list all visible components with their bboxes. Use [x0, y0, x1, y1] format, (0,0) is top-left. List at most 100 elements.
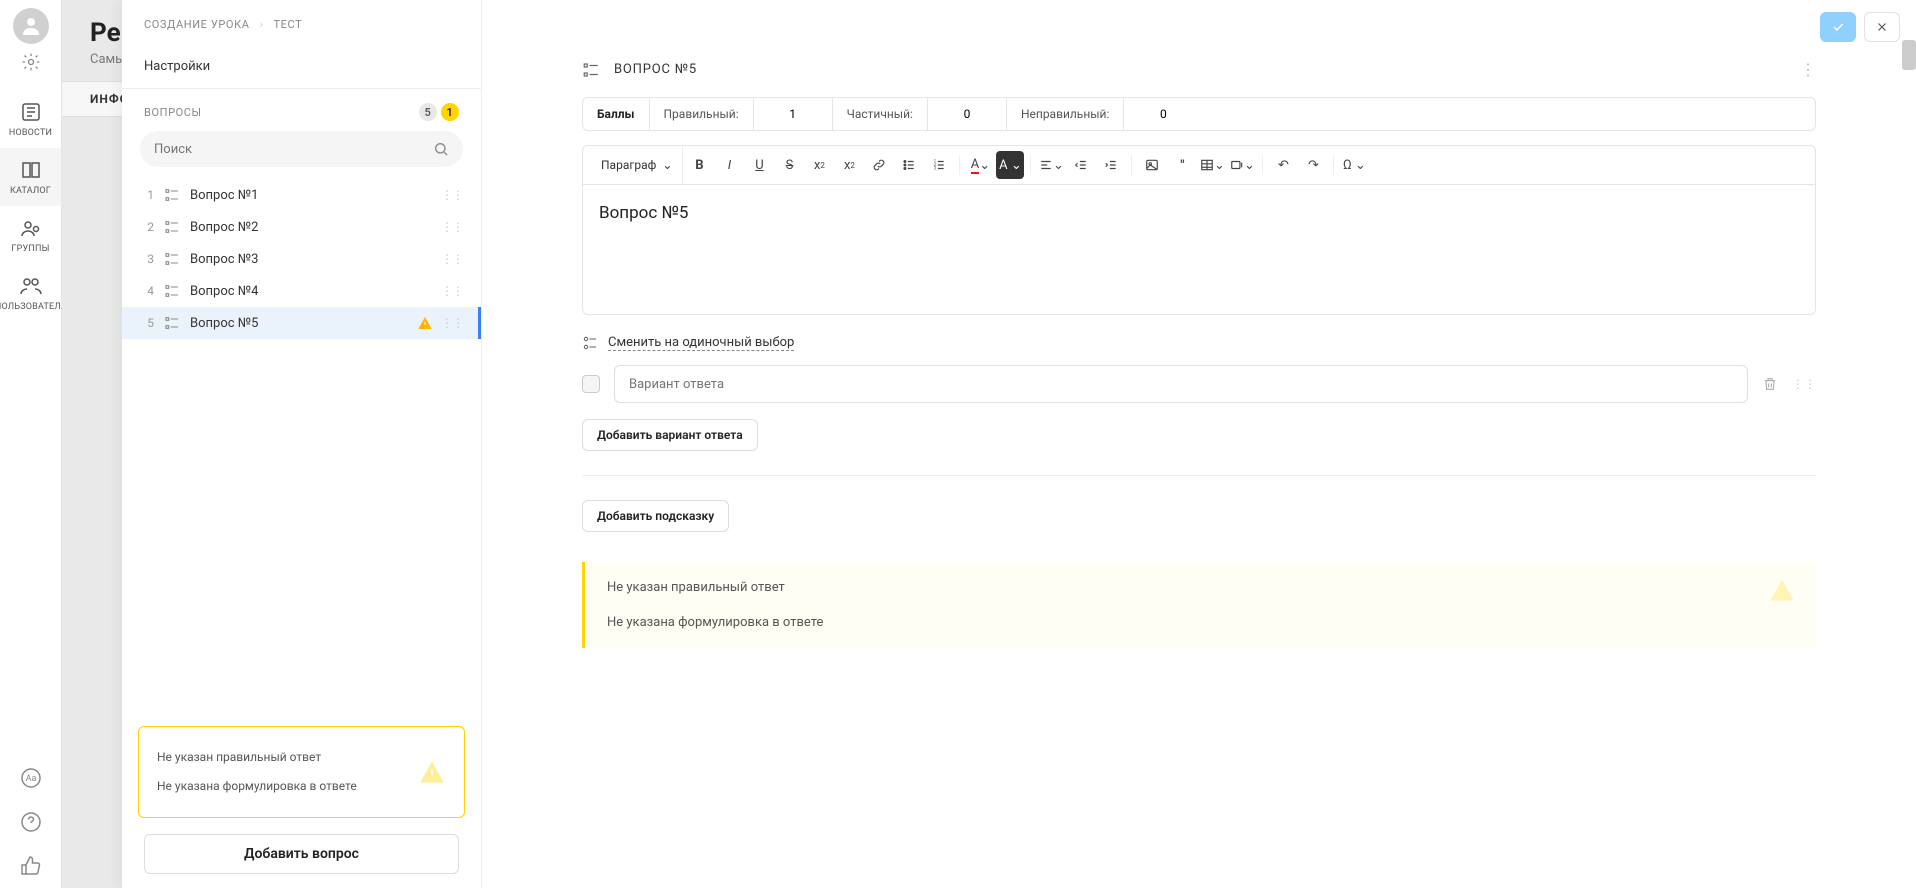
add-hint-button[interactable]: Добавить подсказку	[582, 500, 729, 532]
nav-catalog-label: КАТАЛОГ	[10, 186, 51, 196]
score-correct-input[interactable]	[768, 107, 818, 121]
gear-icon[interactable]	[21, 52, 41, 72]
check-icon	[1831, 20, 1845, 34]
settings-link[interactable]: Настройки	[122, 49, 481, 89]
score-correct-label: Правильный:	[650, 98, 754, 130]
nav-news[interactable]: НОВОСТИ	[0, 90, 61, 148]
nav-catalog[interactable]: КАТАЛОГ	[0, 148, 61, 206]
question-type-icon	[164, 283, 180, 299]
strikethrough-button[interactable]: S	[775, 151, 803, 179]
question-label: Вопрос №5	[190, 316, 417, 331]
question-label: Вопрос №4	[190, 284, 441, 299]
drag-handle-icon[interactable]: ⋮⋮	[441, 220, 463, 234]
question-number: 3	[140, 252, 154, 266]
breadcrumb-b[interactable]: ТЕСТ	[273, 18, 302, 31]
editor-modal: СОЗДАНИЕ УРОКА › ТЕСТ Настройки ВОПРОСЫ …	[122, 0, 1916, 888]
more-icon[interactable]: ⋮	[1800, 60, 1816, 79]
drag-handle-icon[interactable]: ⋮⋮	[441, 316, 463, 330]
left-warning-1: Не указан правильный ответ	[157, 743, 418, 772]
nav-users-label: ПОЛЬЗОВАТЕЛ..	[0, 302, 66, 312]
image-button[interactable]	[1138, 151, 1166, 179]
search-input-wrap[interactable]	[140, 131, 463, 167]
svg-text:3: 3	[934, 166, 937, 171]
drag-handle-icon[interactable]: ⋮⋮	[441, 284, 463, 298]
question-label: Вопрос №2	[190, 220, 441, 235]
numbered-list-button[interactable]: 123	[925, 151, 953, 179]
close-button[interactable]	[1864, 12, 1900, 42]
bullet-list-icon	[902, 158, 916, 172]
italic-button[interactable]: I	[715, 151, 743, 179]
numbered-list-icon: 123	[932, 158, 946, 172]
question-item-1[interactable]: 1 Вопрос №1 ⋮⋮	[122, 179, 481, 211]
score-wrong-label: Неправильный:	[1007, 98, 1124, 130]
question-item-4[interactable]: 4 Вопрос №4 ⋮⋮	[122, 275, 481, 307]
question-item-3[interactable]: 3 Вопрос №3 ⋮⋮	[122, 243, 481, 275]
align-icon	[1039, 158, 1053, 172]
question-type-icon	[164, 187, 180, 203]
drag-handle-icon[interactable]: ⋮⋮	[1792, 377, 1816, 391]
link-button[interactable]	[865, 151, 893, 179]
questions-count-badge: 5	[419, 103, 437, 121]
right-warning-2: Не указана формулировка в ответе	[585, 605, 1816, 640]
score-partial-label: Частичный:	[833, 98, 928, 130]
answer-checkbox[interactable]	[582, 375, 600, 393]
nav-users[interactable]: ПОЛЬЗОВАТЕЛ..	[0, 264, 61, 322]
table-button[interactable]: ⌄	[1198, 151, 1226, 179]
quote-button[interactable]: "	[1168, 151, 1196, 179]
bullet-list-button[interactable]	[895, 151, 923, 179]
undo-button[interactable]: ↶	[1269, 151, 1297, 179]
paragraph-select[interactable]: Параграф ⌄	[591, 146, 683, 184]
search-icon	[433, 141, 449, 157]
groups-icon	[19, 216, 43, 240]
breadcrumb-a[interactable]: СОЗДАНИЕ УРОКА	[144, 18, 250, 31]
bold-button[interactable]: B	[685, 151, 713, 179]
search-input[interactable]	[154, 142, 433, 157]
embed-button[interactable]: ⌄	[1228, 151, 1256, 179]
language-icon[interactable]: Aa	[19, 766, 43, 790]
right-warnings-box: Не указан правильный ответ Не указана фо…	[582, 562, 1816, 648]
score-wrong-input[interactable]	[1138, 107, 1188, 121]
redo-button[interactable]: ↷	[1299, 151, 1327, 179]
nav-groups-label: ГРУППЫ	[11, 244, 49, 254]
score-row: Баллы Правильный: Частичный: Неправильны…	[582, 97, 1816, 131]
nav-groups[interactable]: ГРУППЫ	[0, 206, 61, 264]
person-icon	[19, 14, 43, 38]
switch-type-link[interactable]: Сменить на одиночный выбор	[608, 335, 794, 351]
help-icon[interactable]	[19, 810, 43, 834]
modal-left-column: СОЗДАНИЕ УРОКА › ТЕСТ Настройки ВОПРОСЫ …	[122, 0, 482, 888]
editor-body[interactable]: Вопрос №5	[582, 185, 1816, 315]
question-number: 5	[140, 316, 154, 330]
link-icon	[872, 158, 886, 172]
confirm-button[interactable]	[1820, 12, 1856, 42]
text-color-button[interactable]: A ⌄	[966, 151, 994, 179]
drag-handle-icon[interactable]: ⋮⋮	[441, 252, 463, 266]
subscript-button[interactable]: x2	[805, 151, 833, 179]
add-answer-button[interactable]: Добавить вариант ответа	[582, 419, 758, 451]
question-type-icon	[164, 315, 180, 331]
answer-input[interactable]	[614, 365, 1748, 403]
score-partial-input[interactable]	[942, 107, 992, 121]
omega-button[interactable]: Ω ⌄	[1340, 151, 1368, 179]
drag-handle-icon[interactable]: ⋮⋮	[441, 188, 463, 202]
outdent-icon	[1074, 158, 1088, 172]
underline-button[interactable]: U	[745, 151, 773, 179]
question-item-2[interactable]: 2 Вопрос №2 ⋮⋮	[122, 211, 481, 243]
question-item-5[interactable]: 5 Вопрос №5 ⋮⋮	[122, 307, 481, 339]
align-button[interactable]: ⌄	[1037, 151, 1065, 179]
indent-button[interactable]	[1097, 151, 1125, 179]
image-icon	[1145, 158, 1159, 172]
embed-icon	[1230, 158, 1244, 172]
outdent-button[interactable]	[1067, 151, 1095, 179]
warning-icon	[1768, 576, 1796, 604]
question-type-icon	[164, 251, 180, 267]
scrollbar[interactable]	[1902, 40, 1916, 70]
trash-icon[interactable]	[1762, 376, 1778, 392]
add-question-button[interactable]: Добавить вопрос	[144, 834, 459, 874]
question-number: 2	[140, 220, 154, 234]
thumbs-up-icon[interactable]	[19, 854, 43, 878]
questions-warn-badge: 1	[441, 103, 459, 121]
highlight-button[interactable]: A ⌄	[996, 151, 1024, 179]
avatar[interactable]	[13, 8, 49, 44]
chevron-right-icon: ›	[260, 18, 264, 31]
superscript-button[interactable]: x2	[835, 151, 863, 179]
